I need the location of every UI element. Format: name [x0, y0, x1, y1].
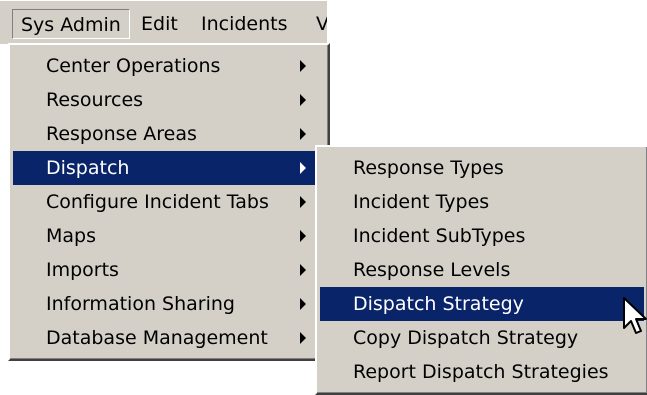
- submenu-arrow-icon: [300, 196, 306, 208]
- submenu-arrow-icon: [300, 162, 306, 174]
- menu-item-label: Database Management: [46, 327, 268, 349]
- menu-item-dispatch[interactable]: Dispatch: [13, 151, 325, 185]
- menu-item-response-areas[interactable]: Response Areas: [13, 117, 325, 151]
- menu-incidents[interactable]: Incidents: [201, 9, 288, 39]
- menu-item-label: Dispatch: [46, 157, 130, 179]
- menu-item-maps[interactable]: Maps: [13, 219, 325, 253]
- menu-bar: Sys Admin Edit Incidents V: [0, 0, 327, 44]
- menu-item-resources[interactable]: Resources: [13, 83, 325, 117]
- menu-item-label: Maps: [46, 225, 96, 247]
- submenu-item-copy-dispatch-strategy[interactable]: Copy Dispatch Strategy: [320, 321, 644, 355]
- submenu-arrow-icon: [300, 94, 306, 106]
- menu-item-label: Resources: [46, 89, 144, 111]
- menu-item-label: Information Sharing: [46, 293, 235, 315]
- menu-item-label: Incident SubTypes: [353, 225, 526, 247]
- submenu-arrow-icon: [300, 332, 306, 344]
- submenu-item-report-dispatch-strategies[interactable]: Report Dispatch Strategies: [320, 355, 644, 389]
- submenu-arrow-icon: [300, 298, 306, 310]
- submenu-arrow-icon: [300, 60, 306, 72]
- menu-item-label: Response Areas: [46, 123, 197, 145]
- sys-admin-dropdown: Center Operations Resources Response Are…: [8, 43, 330, 361]
- menu-item-database-management[interactable]: Database Management: [13, 321, 325, 355]
- menu-item-label: Imports: [46, 259, 119, 281]
- menu-item-label: Incident Types: [353, 191, 490, 213]
- submenu-arrow-icon: [300, 230, 306, 242]
- menu-edit[interactable]: Edit: [141, 9, 178, 39]
- menu-item-label: Response Types: [353, 157, 504, 179]
- menu-item-center-operations[interactable]: Center Operations: [13, 49, 325, 83]
- menu-item-label: Dispatch Strategy: [353, 293, 524, 315]
- submenu-item-response-levels[interactable]: Response Levels: [320, 253, 644, 287]
- submenu-item-response-types[interactable]: Response Types: [320, 151, 644, 185]
- mouse-pointer-icon: [623, 297, 647, 334]
- menu-item-label: Copy Dispatch Strategy: [353, 327, 579, 349]
- submenu-item-incident-subtypes[interactable]: Incident SubTypes: [320, 219, 644, 253]
- menu-item-configure-incident-tabs[interactable]: Configure Incident Tabs: [13, 185, 325, 219]
- menu-item-information-sharing[interactable]: Information Sharing: [13, 287, 325, 321]
- menu-item-label: Response Levels: [353, 259, 511, 281]
- menu-view-truncated[interactable]: V: [316, 9, 327, 39]
- submenu-item-incident-types[interactable]: Incident Types: [320, 185, 644, 219]
- submenu-arrow-icon: [300, 128, 306, 140]
- menu-item-imports[interactable]: Imports: [13, 253, 325, 287]
- submenu-item-dispatch-strategy[interactable]: Dispatch Strategy: [320, 287, 644, 321]
- menu-item-label: Report Dispatch Strategies: [353, 361, 609, 383]
- menu-sys-admin[interactable]: Sys Admin: [12, 9, 130, 39]
- dispatch-submenu: Response Types Incident Types Incident S…: [315, 145, 647, 395]
- menu-item-label: Center Operations: [46, 55, 221, 77]
- submenu-arrow-icon: [300, 264, 306, 276]
- menu-item-label: Configure Incident Tabs: [46, 191, 269, 213]
